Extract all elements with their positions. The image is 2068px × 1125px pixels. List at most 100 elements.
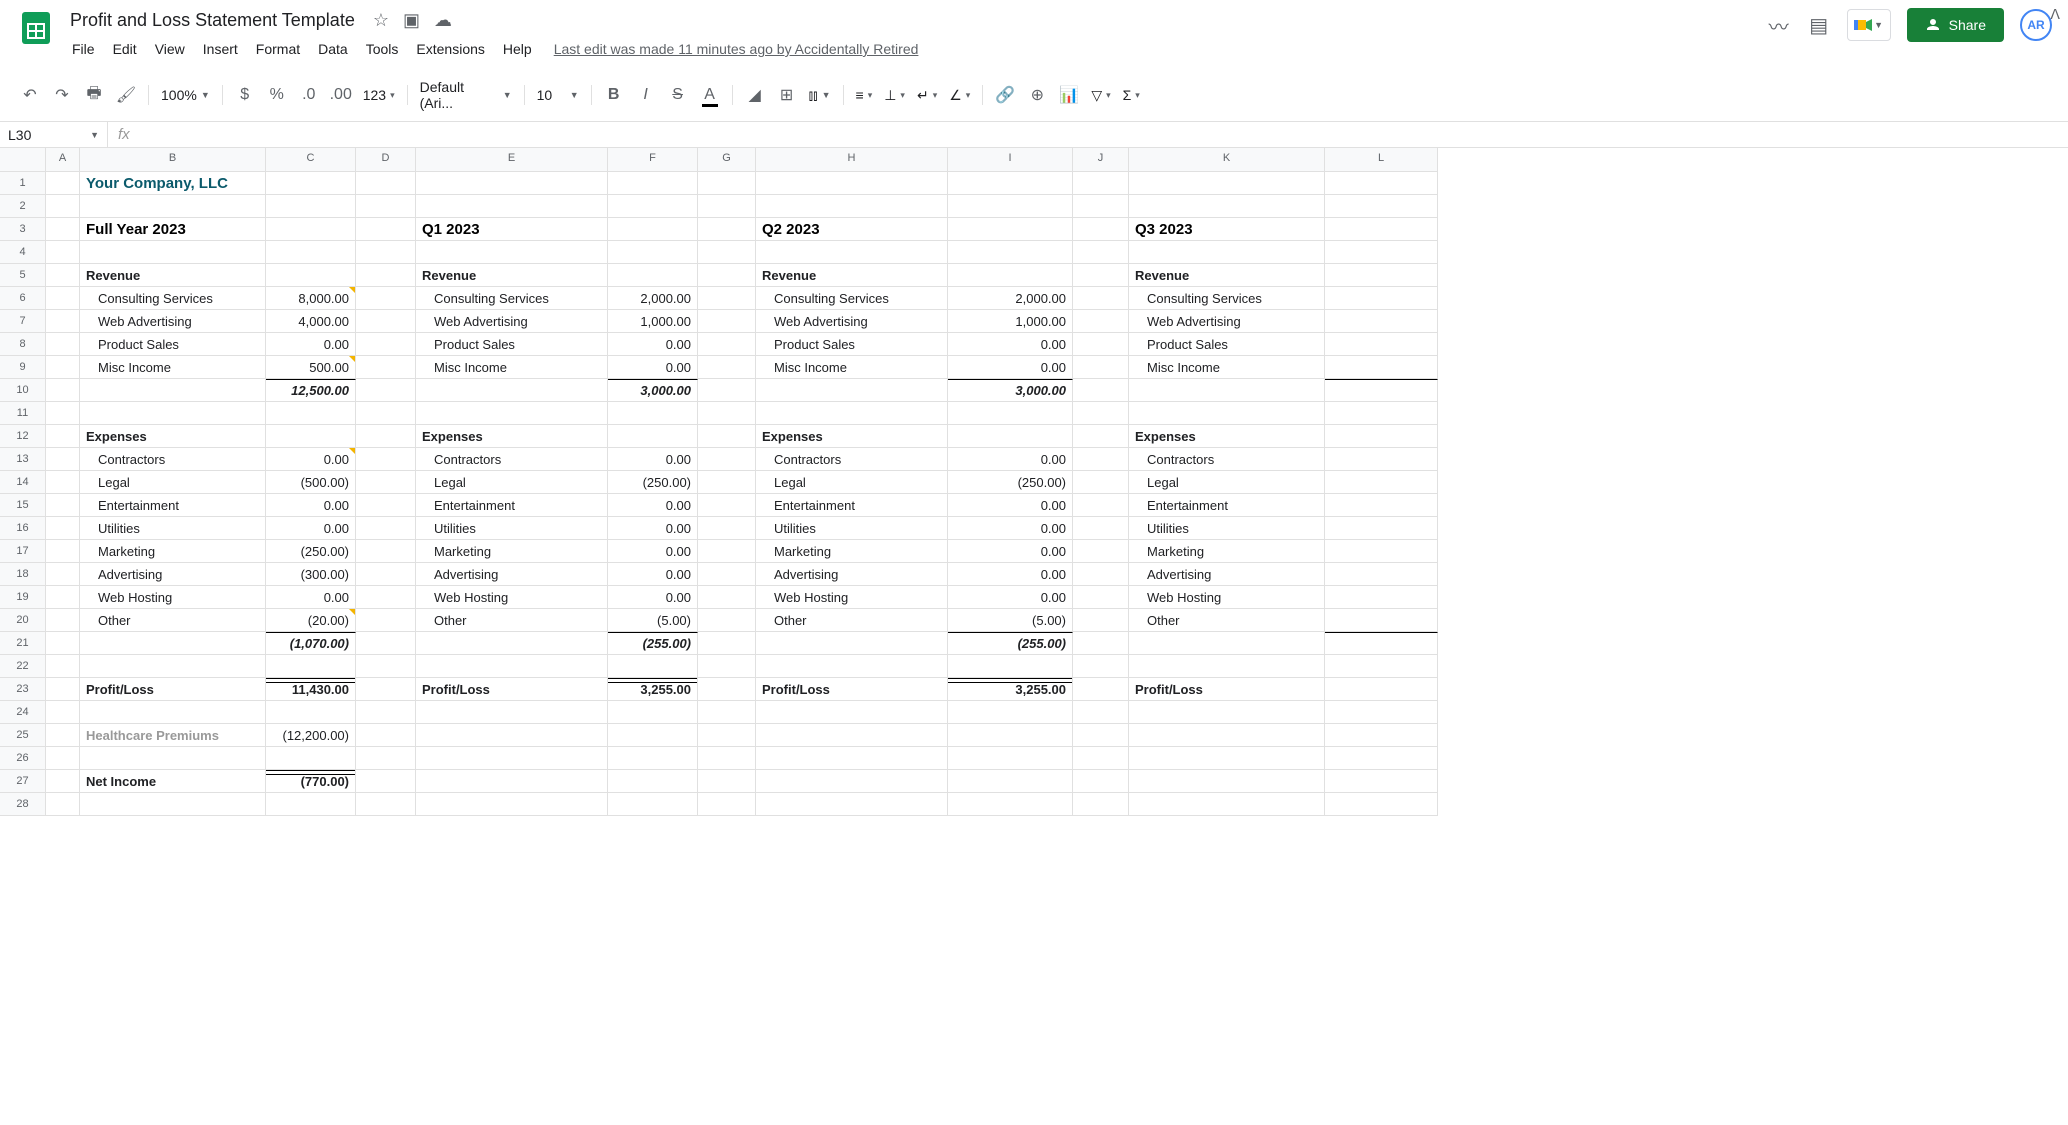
cell-G13[interactable]: [698, 448, 756, 471]
zoom-select[interactable]: 100%▼: [157, 83, 214, 107]
menu-extensions[interactable]: Extensions: [408, 37, 492, 61]
cell-A3[interactable]: [46, 218, 80, 241]
cell-B6[interactable]: Consulting Services: [80, 287, 266, 310]
cell-L8[interactable]: [1325, 333, 1438, 356]
cell-E18[interactable]: Advertising: [416, 563, 608, 586]
cell-D12[interactable]: [356, 425, 416, 448]
formula-input[interactable]: [140, 122, 2068, 147]
cell-D1[interactable]: [356, 172, 416, 195]
cell-J10[interactable]: [1073, 379, 1129, 402]
cell-A13[interactable]: [46, 448, 80, 471]
row-header-9[interactable]: 9: [0, 356, 46, 379]
cell-L16[interactable]: [1325, 517, 1438, 540]
cell-L2[interactable]: [1325, 195, 1438, 218]
cell-I16[interactable]: 0.00: [948, 517, 1073, 540]
cell-K26[interactable]: [1129, 747, 1325, 770]
row-header-24[interactable]: 24: [0, 701, 46, 724]
cell-D24[interactable]: [356, 701, 416, 724]
cell-I3[interactable]: [948, 218, 1073, 241]
cell-E9[interactable]: Misc Income: [416, 356, 608, 379]
menu-file[interactable]: File: [64, 37, 103, 61]
cell-C16[interactable]: 0.00: [266, 517, 356, 540]
cell-E4[interactable]: [416, 241, 608, 264]
row-header-10[interactable]: 10: [0, 379, 46, 402]
row-header-7[interactable]: 7: [0, 310, 46, 333]
cell-J9[interactable]: [1073, 356, 1129, 379]
cell-C22[interactable]: [266, 655, 356, 678]
cell-L19[interactable]: [1325, 586, 1438, 609]
valign-button[interactable]: ⊥▾: [880, 83, 909, 108]
cell-G2[interactable]: [698, 195, 756, 218]
cell-I13[interactable]: 0.00: [948, 448, 1073, 471]
cell-J15[interactable]: [1073, 494, 1129, 517]
cell-E5[interactable]: Revenue: [416, 264, 608, 287]
cell-I18[interactable]: 0.00: [948, 563, 1073, 586]
cell-G16[interactable]: [698, 517, 756, 540]
cell-K10[interactable]: [1129, 379, 1325, 402]
col-header-L[interactable]: L: [1325, 148, 1438, 171]
cell-H15[interactable]: Entertainment: [756, 494, 948, 517]
cell-I26[interactable]: [948, 747, 1073, 770]
cell-C23[interactable]: 11,430.00: [266, 678, 356, 701]
font-select[interactable]: Default (Ari...▼: [416, 75, 516, 115]
cell-C20[interactable]: (20.00): [266, 609, 356, 632]
cell-H16[interactable]: Utilities: [756, 517, 948, 540]
cell-L12[interactable]: [1325, 425, 1438, 448]
cell-I19[interactable]: 0.00: [948, 586, 1073, 609]
cell-A25[interactable]: [46, 724, 80, 747]
cell-H4[interactable]: [756, 241, 948, 264]
name-box[interactable]: L30▼: [0, 122, 108, 147]
cell-J14[interactable]: [1073, 471, 1129, 494]
cell-G27[interactable]: [698, 770, 756, 793]
cell-K20[interactable]: Other: [1129, 609, 1325, 632]
row-header-20[interactable]: 20: [0, 609, 46, 632]
row-header-23[interactable]: 23: [0, 678, 46, 701]
cell-B10[interactable]: [80, 379, 266, 402]
cell-K28[interactable]: [1129, 793, 1325, 816]
cell-G17[interactable]: [698, 540, 756, 563]
cell-J7[interactable]: [1073, 310, 1129, 333]
cell-J26[interactable]: [1073, 747, 1129, 770]
row-header-12[interactable]: 12: [0, 425, 46, 448]
functions-button[interactable]: Σ▾: [1119, 83, 1144, 107]
cell-L18[interactable]: [1325, 563, 1438, 586]
cell-I11[interactable]: [948, 402, 1073, 425]
cell-H10[interactable]: [756, 379, 948, 402]
cell-D15[interactable]: [356, 494, 416, 517]
fill-color-button[interactable]: ◢: [741, 81, 769, 109]
cell-H14[interactable]: Legal: [756, 471, 948, 494]
cell-C9[interactable]: 500.00: [266, 356, 356, 379]
cell-B27[interactable]: Net Income: [80, 770, 266, 793]
cell-F26[interactable]: [608, 747, 698, 770]
cell-I7[interactable]: 1,000.00: [948, 310, 1073, 333]
cell-K11[interactable]: [1129, 402, 1325, 425]
cell-D5[interactable]: [356, 264, 416, 287]
share-button[interactable]: Share: [1907, 8, 2004, 42]
text-color-button[interactable]: A: [696, 81, 724, 109]
star-icon[interactable]: ☆: [373, 10, 389, 31]
cell-I21[interactable]: (255.00): [948, 632, 1073, 655]
cell-K8[interactable]: Product Sales: [1129, 333, 1325, 356]
cell-E11[interactable]: [416, 402, 608, 425]
cell-C14[interactable]: (500.00): [266, 471, 356, 494]
cell-G1[interactable]: [698, 172, 756, 195]
cell-I15[interactable]: 0.00: [948, 494, 1073, 517]
cell-G7[interactable]: [698, 310, 756, 333]
cell-J25[interactable]: [1073, 724, 1129, 747]
cell-H28[interactable]: [756, 793, 948, 816]
collapse-toolbar-icon[interactable]: ᐱ: [2050, 6, 2060, 23]
cell-C26[interactable]: [266, 747, 356, 770]
cell-B15[interactable]: Entertainment: [80, 494, 266, 517]
cell-D21[interactable]: [356, 632, 416, 655]
cell-L14[interactable]: [1325, 471, 1438, 494]
menu-help[interactable]: Help: [495, 37, 540, 61]
cell-J27[interactable]: [1073, 770, 1129, 793]
col-header-C[interactable]: C: [266, 148, 356, 171]
borders-button[interactable]: ⊞: [773, 81, 801, 109]
cell-J5[interactable]: [1073, 264, 1129, 287]
cell-G21[interactable]: [698, 632, 756, 655]
cell-C15[interactable]: 0.00: [266, 494, 356, 517]
cell-L21[interactable]: [1325, 632, 1438, 655]
comment-button[interactable]: ⊕: [1023, 81, 1051, 109]
cell-L23[interactable]: [1325, 678, 1438, 701]
